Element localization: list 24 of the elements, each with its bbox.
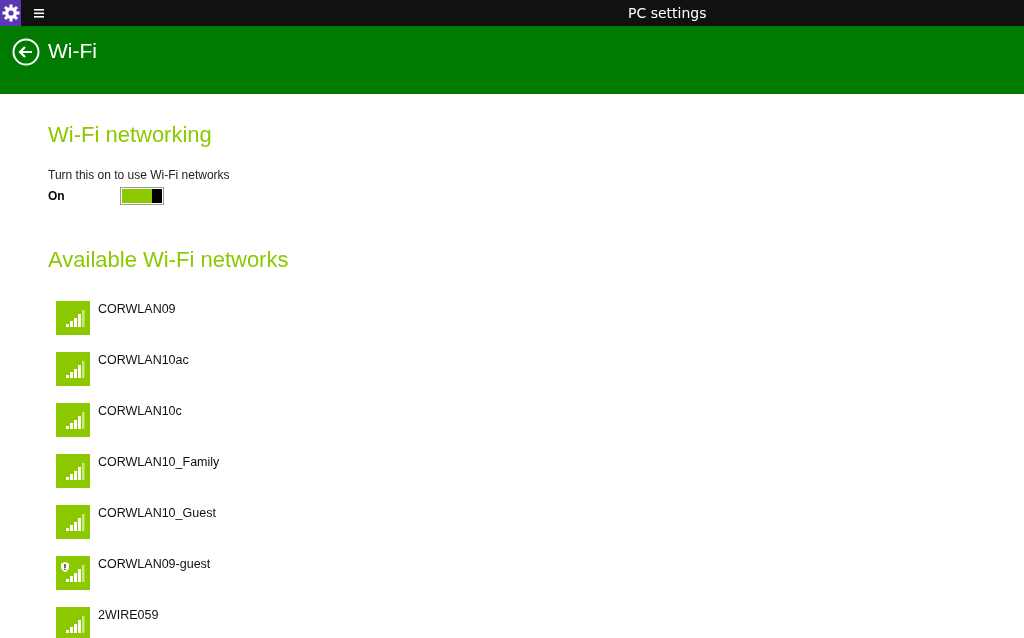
section-heading: Wi-Fi networking — [48, 122, 213, 149]
toggle-state-label: On — [48, 189, 66, 203]
network-name: CORWLAN10_Family — [98, 455, 220, 469]
section-heading: Available Wi-Fi networks — [48, 247, 290, 274]
page-title: Wi-Fi — [48, 39, 97, 63]
network-name: CORWLAN10ac — [98, 353, 189, 367]
back-icon[interactable] — [12, 38, 40, 66]
menu-icon[interactable] — [34, 8, 44, 18]
network-name: 2WIRE059 — [98, 608, 159, 622]
network-name: CORWLAN10c — [98, 404, 182, 418]
wifi-toggle[interactable] — [120, 187, 164, 205]
network-item[interactable]: CORWLAN10_Guest — [56, 505, 1024, 556]
network-item[interactable]: CORWLAN10c — [56, 403, 1024, 454]
settings-icon[interactable] — [0, 0, 21, 26]
toggle-description: Turn this on to use Wi-Fi networks — [48, 168, 231, 182]
window-title: PC settings — [628, 5, 707, 21]
network-name: CORWLAN10_Guest — [98, 506, 216, 520]
network-name: CORWLAN09 — [98, 302, 176, 316]
network-item[interactable]: CORWLAN09 — [56, 301, 1024, 352]
network-item[interactable]: CORWLAN09-guest — [56, 556, 1024, 607]
network-item[interactable]: CORWLAN10_Family — [56, 454, 1024, 505]
network-item[interactable]: CORWLAN10ac — [56, 352, 1024, 403]
network-item[interactable]: 2WIRE059 — [56, 607, 1024, 638]
network-name: CORWLAN09-guest — [98, 557, 211, 571]
